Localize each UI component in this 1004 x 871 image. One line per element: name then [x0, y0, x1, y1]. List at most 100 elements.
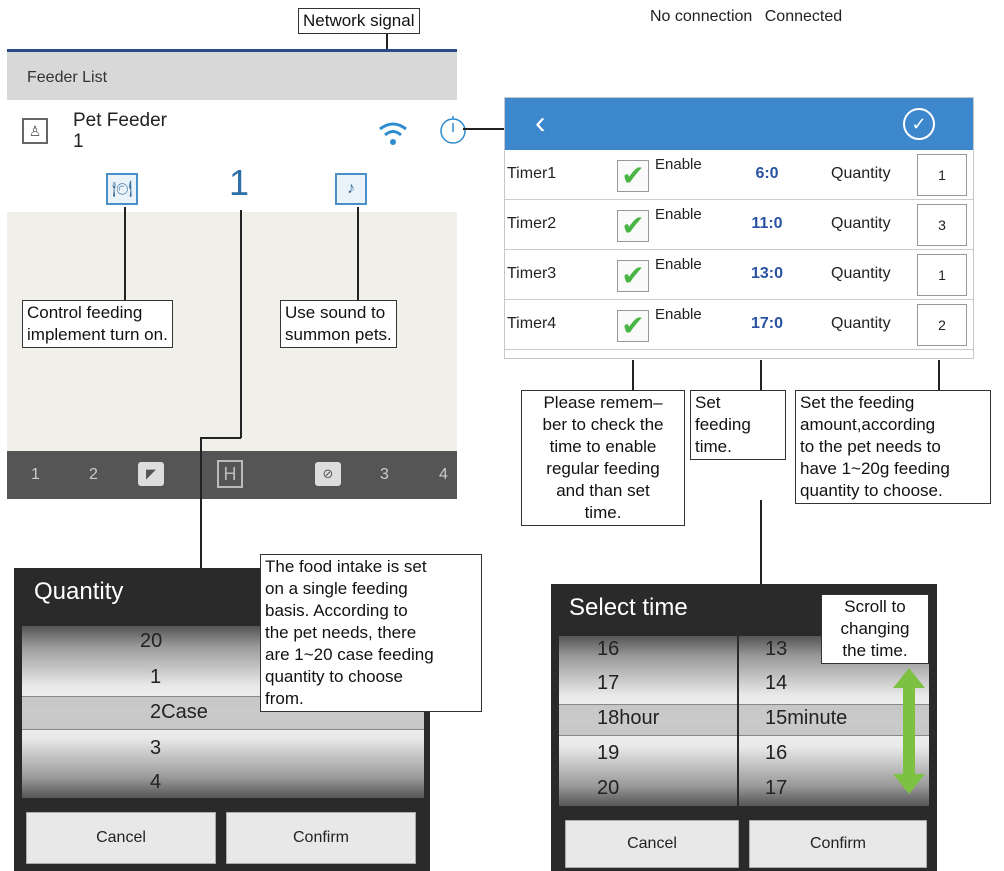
enable-label: Enable — [655, 306, 702, 323]
scroll-arrow-icon — [893, 668, 925, 794]
home-icon[interactable]: H — [217, 460, 243, 488]
callout-line: time. — [695, 437, 732, 456]
feeder-screen: Feeder List ♙ Pet Feeder 1 🍽 1 ♪ 1 2 ◤ H… — [7, 49, 466, 499]
confirm-check-icon[interactable]: ✓ — [903, 108, 935, 140]
callout-line: Set — [695, 393, 721, 412]
connector-line — [240, 210, 242, 438]
hour-unit: hour — [619, 707, 660, 729]
feeder-nav-bar: 1 2 ◤ H ⊘ 3 4 — [7, 451, 457, 499]
callout-line: time. — [584, 503, 622, 522]
device-name: Pet Feeder 1 — [73, 110, 167, 152]
callout-line: quantity to choose. — [800, 481, 943, 500]
feeder-card[interactable]: ♙ Pet Feeder 1 🍽 1 ♪ — [7, 100, 466, 212]
callout-line: basis. According to — [265, 601, 408, 620]
feeder-header: Feeder List — [7, 52, 457, 100]
cancel-button[interactable]: Cancel — [565, 820, 739, 868]
enable-checkbox[interactable]: ✔ — [617, 310, 649, 342]
nav-item-1[interactable]: 1 — [31, 466, 40, 484]
callout-control-feeding: Control feeding implement turn on. — [22, 300, 173, 348]
hidden-icon[interactable]: ⊘ — [315, 462, 341, 486]
timer-name: Timer4 — [507, 315, 557, 332]
callout-line: quantity to choose — [265, 667, 403, 686]
timer-row: Timer1 ✔ Enable 6:0 Quantity 1 — [505, 150, 973, 200]
confirm-button[interactable]: Confirm — [749, 820, 927, 868]
legend-no-connection: No connection — [650, 8, 753, 25]
timer-time[interactable]: 13:0 — [737, 265, 797, 283]
timer-time[interactable]: 11:0 — [737, 215, 797, 233]
quantity-field[interactable]: 2 — [917, 304, 967, 346]
callout-line: changing — [840, 619, 910, 638]
callout-network-signal: Network signal — [298, 8, 420, 34]
timer-name: Timer2 — [507, 215, 557, 232]
wifi-icon — [379, 122, 407, 145]
callout-line: feeding — [695, 415, 751, 434]
callout-line: from. — [265, 689, 304, 708]
selected-hour: 18 — [597, 707, 620, 729]
legend-connected: Connected — [764, 8, 843, 25]
callout-line: summon pets. — [285, 325, 392, 344]
timer-time[interactable]: 17:0 — [737, 315, 797, 333]
callout-line: and than set — [556, 481, 650, 500]
timer-panel: ‹ ✓ Timer1 ✔ Enable 6:0 Quantity 1 Timer… — [504, 97, 974, 359]
connector-line — [357, 207, 359, 300]
confirm-button[interactable]: Confirm — [226, 812, 416, 864]
unit-label: Case — [161, 701, 208, 723]
quantity-field[interactable]: 3 — [917, 204, 967, 246]
callout-line: have 1~20g feeding — [800, 459, 950, 478]
callout-line: the pet needs, there — [265, 623, 417, 642]
connector-line — [938, 360, 940, 390]
quantity-field[interactable]: 1 — [917, 254, 967, 296]
timer-name: Timer1 — [507, 165, 557, 182]
quantity-label: Quantity — [831, 215, 891, 232]
timer-header: ‹ ✓ — [505, 98, 973, 150]
enable-checkbox[interactable]: ✔ — [617, 160, 649, 192]
device-sub-label: 1 — [73, 131, 84, 152]
cancel-button[interactable]: Cancel — [26, 812, 216, 864]
nav-item-3[interactable]: 3 — [380, 466, 389, 484]
connector-line — [463, 128, 505, 130]
enable-checkbox[interactable]: ✔ — [617, 260, 649, 292]
callout-line: Please remem– — [543, 393, 663, 412]
sound-summon-icon[interactable]: ♪ — [335, 173, 367, 205]
callout-use-sound: Use sound to summon pets. — [280, 300, 397, 348]
timer-name: Timer3 — [507, 265, 557, 282]
wheel-item[interactable]: 4 — [150, 771, 552, 794]
enable-label: Enable — [655, 206, 702, 223]
quantity-picker-title: Quantity — [34, 578, 124, 605]
callout-line: amount,according — [800, 415, 936, 434]
timer-icon[interactable] — [437, 114, 469, 146]
enable-label: Enable — [655, 256, 702, 273]
time-picker-title: Select time — [569, 594, 688, 621]
connector-line — [760, 500, 762, 584]
wheel-item[interactable]: 3 — [150, 737, 552, 760]
callout-line: regular feeding — [546, 459, 660, 478]
nav-item-4[interactable]: 4 — [439, 466, 448, 484]
selected-quantity: 2 — [150, 701, 162, 723]
quantity-label: Quantity — [831, 265, 891, 282]
back-icon[interactable]: ‹ — [535, 104, 546, 141]
pet-device-icon: ♙ — [22, 118, 48, 144]
device-name-label: Pet Feeder — [73, 110, 167, 131]
callout-line: Set the feeding — [800, 393, 915, 412]
callout-remember-check: Please remem– ber to check the time to e… — [521, 390, 685, 526]
quantity-label: Quantity — [831, 165, 891, 182]
hour-wheel[interactable]: 16 17 18hour 19 20 — [559, 636, 737, 806]
callout-line: Control feeding — [27, 303, 143, 322]
enable-checkbox[interactable]: ✔ — [617, 210, 649, 242]
selected-minute: 15 — [765, 707, 788, 729]
timer-time[interactable]: 6:0 — [737, 165, 797, 183]
callout-line: are 1~20 case feeding — [265, 645, 434, 664]
nav-item-2[interactable]: 2 — [89, 466, 98, 484]
camera-icon[interactable]: ◤ — [138, 462, 164, 486]
callout-food-intake: The food intake is set on a single feedi… — [260, 554, 482, 712]
quantity-field[interactable]: 1 — [917, 154, 967, 196]
feed-food-icon[interactable]: 🍽 — [106, 173, 138, 205]
callout-line: ber to check the — [542, 415, 664, 434]
quantity-label: Quantity — [831, 315, 891, 332]
feed-count: 1 — [229, 162, 250, 203]
minute-unit: minute — [787, 707, 848, 729]
callout-line: the time. — [842, 641, 908, 660]
callout-set-feeding-time: Set feeding time. — [690, 390, 786, 460]
timer-row: Timer4 ✔ Enable 17:0 Quantity 2 — [505, 300, 973, 350]
callout-scroll-time: Scroll to changing the time. — [821, 594, 929, 664]
